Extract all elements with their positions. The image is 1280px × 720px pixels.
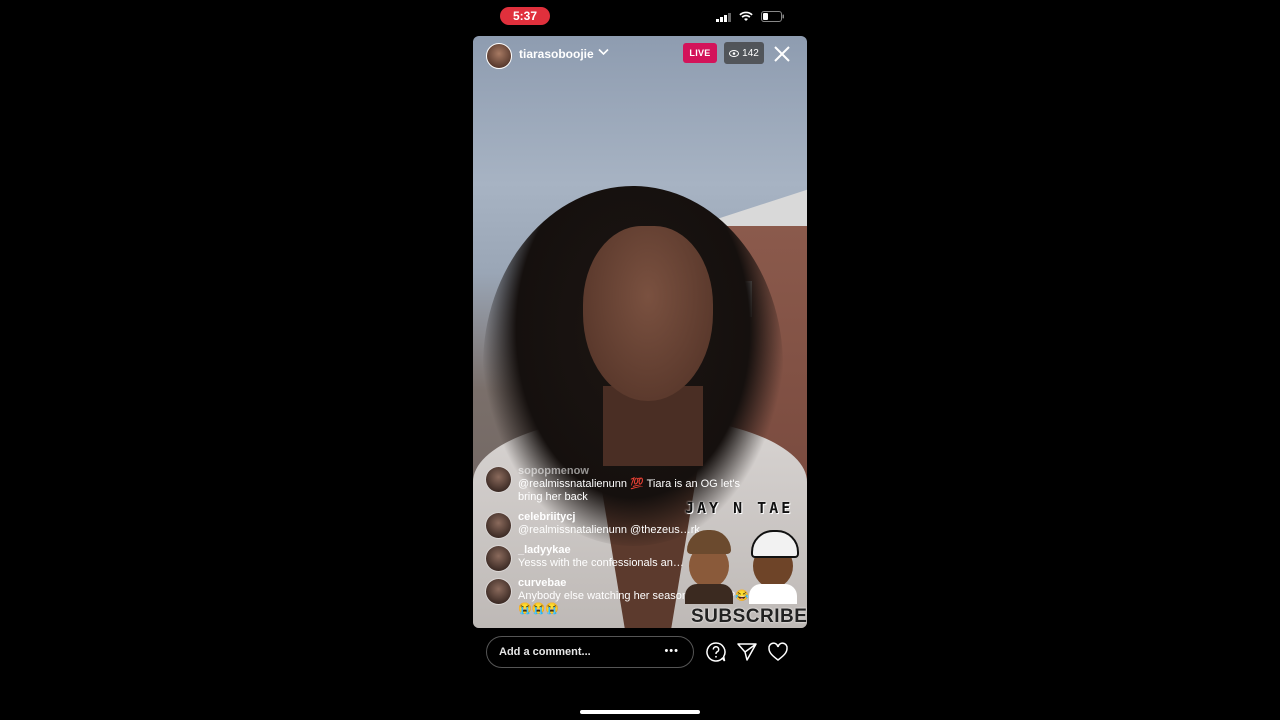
person-face: [583, 226, 713, 401]
live-video[interactable]: tiarasoboojie LIVE 142 sopopmenow @realm…: [473, 36, 807, 628]
wifi-icon: [739, 11, 753, 22]
avatar[interactable]: [485, 578, 512, 605]
comment-item: sopopmenow @realmissnatalienunn 💯 Tiara …: [485, 464, 795, 504]
eye-icon: [729, 49, 740, 57]
status-time: 5:37: [500, 7, 550, 25]
more-options-icon[interactable]: •••: [664, 645, 679, 657]
avatar[interactable]: [485, 466, 512, 493]
host-avatar[interactable]: [486, 43, 512, 69]
avatar[interactable]: [485, 545, 512, 572]
bitmoji-right: [745, 526, 801, 604]
question-icon[interactable]: [705, 641, 727, 663]
host-username[interactable]: tiarasoboojie: [519, 47, 594, 61]
heart-icon[interactable]: [767, 641, 789, 663]
watermark-title: JAY N TAE: [685, 499, 794, 517]
viewer-count: 142: [742, 47, 759, 59]
avatar[interactable]: [485, 512, 512, 539]
comment-input[interactable]: Add a comment... •••: [486, 636, 694, 668]
comment-placeholder: Add a comment...: [499, 646, 591, 658]
bitmoji-left: [681, 526, 737, 604]
signal-icon: [716, 12, 731, 22]
viewer-count-badge[interactable]: 142: [724, 42, 764, 64]
close-icon[interactable]: [772, 44, 792, 64]
send-icon[interactable]: [736, 641, 758, 663]
home-indicator[interactable]: [580, 710, 700, 714]
battery-icon: [761, 11, 785, 22]
status-bar: 5:37: [473, 0, 807, 36]
phone-screen: 5:37 tiarasoboojie LIVE 142 sopopmenow @…: [473, 0, 807, 720]
system-icons: [716, 11, 785, 22]
live-badge: LIVE: [683, 43, 717, 63]
chevron-down-icon[interactable]: [598, 48, 609, 56]
comment-username[interactable]: sopopmenow: [518, 464, 795, 478]
watermark-subscribe: SUBSCRIBE: [691, 606, 807, 627]
